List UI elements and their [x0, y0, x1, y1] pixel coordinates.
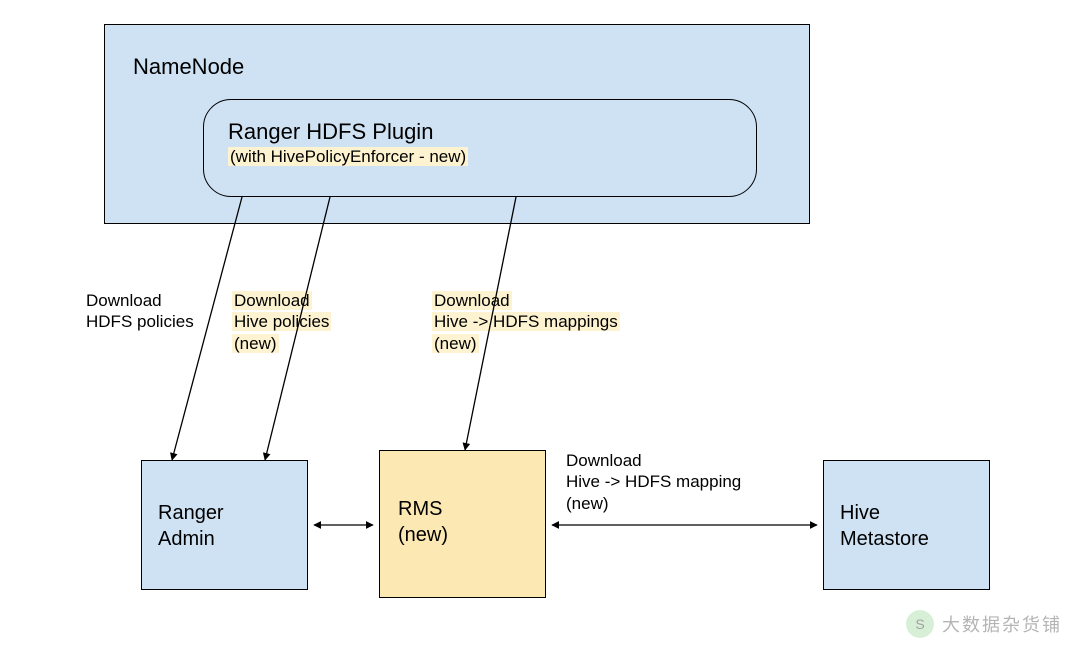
- edge-hive-mappings-label: Download Hive -> HDFS mappings (new): [432, 290, 620, 354]
- ranger-admin-box: Ranger Admin: [141, 460, 308, 590]
- wechat-icon: S: [906, 610, 934, 638]
- plugin-title: Ranger HDFS Plugin: [228, 118, 433, 146]
- watermark-text: 大数据杂货铺: [942, 611, 1062, 637]
- hive-metastore-box: Hive Metastore: [823, 460, 990, 590]
- rms-line2: (new): [398, 523, 448, 548]
- rms-line1: RMS: [398, 497, 442, 522]
- edge-rms-metastore-label: Download Hive -> HDFS mapping (new): [566, 450, 741, 514]
- ranger-plugin-box: Ranger HDFS Plugin (with HivePolicyEnfor…: [203, 99, 757, 197]
- diagram-canvas: NameNode Ranger HDFS Plugin (with HivePo…: [0, 0, 1080, 646]
- watermark: S 大数据杂货铺: [906, 610, 1062, 638]
- edge-hdfs-policies-label: Download HDFS policies: [86, 290, 194, 333]
- hive-metastore-line2: Metastore: [840, 527, 929, 552]
- ranger-admin-line2: Admin: [158, 527, 215, 552]
- ranger-admin-line1: Ranger: [158, 501, 224, 526]
- hive-metastore-line1: Hive: [840, 501, 880, 526]
- rms-box: RMS (new): [379, 450, 546, 598]
- edge-hive-policies-label: Download Hive policies (new): [232, 290, 331, 354]
- plugin-subtitle: (with HivePolicyEnforcer - new): [228, 146, 468, 167]
- namenode-box: NameNode Ranger HDFS Plugin (with HivePo…: [104, 24, 810, 224]
- namenode-title: NameNode: [133, 53, 244, 81]
